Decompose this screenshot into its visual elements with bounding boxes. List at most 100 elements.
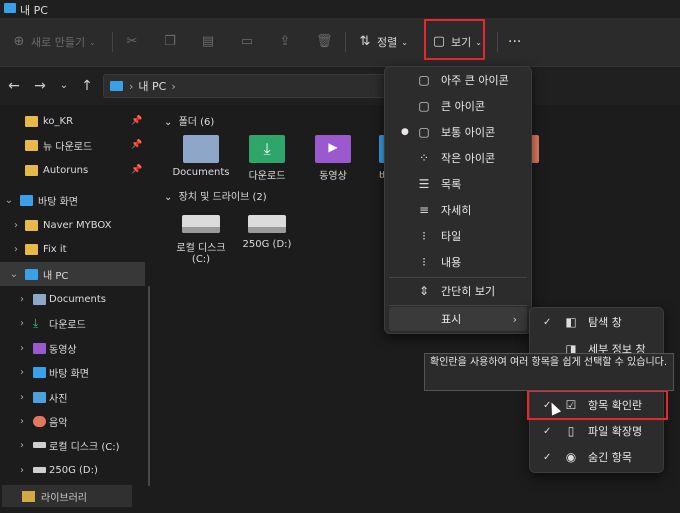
chevron-right-icon[interactable]: ›: [11, 244, 21, 255]
folder-tile-videos[interactable]: ▶ 동영상: [303, 135, 363, 182]
chevron-right-icon[interactable]: ›: [17, 416, 27, 427]
sidebar-item-videos[interactable]: › 동영상: [0, 336, 145, 360]
menu-item-label: 내용: [441, 256, 462, 269]
recent-chevron-icon[interactable]: ⌄: [54, 76, 74, 96]
menu-item-list[interactable]: ☰ 목록: [389, 172, 527, 196]
share-button[interactable]: ⇪: [278, 18, 297, 66]
chevron-down-icon: ⌄: [164, 117, 173, 128]
back-arrow-icon[interactable]: ←: [4, 76, 24, 96]
pc-icon: [25, 268, 38, 280]
sidebar-item-label: Autoruns: [43, 164, 89, 176]
title-bar: 내 PC: [0, 0, 680, 18]
new-label: 새로 만들기: [31, 36, 86, 49]
sidebar-scrollbar[interactable]: [148, 286, 150, 486]
sidebar-item-label: 바탕 화면: [49, 368, 89, 380]
more-button[interactable]: ···: [508, 18, 521, 66]
copy-button[interactable]: ❐: [163, 18, 182, 66]
chevron-right-icon[interactable]: ›: [17, 392, 27, 403]
sidebar-item-naver-mybox[interactable]: › Naver MYBOX: [0, 213, 145, 237]
sidebar-item-autoruns[interactable]: Autoruns 📌: [0, 158, 145, 182]
sidebar-item-fix-it[interactable]: › Fix it: [0, 237, 145, 261]
share-icon: ⇪: [279, 34, 291, 49]
sort-button[interactable]: ⇅ 정렬 ⌄: [358, 18, 408, 66]
pictures-icon: [33, 391, 46, 403]
sidebar-item-downloads[interactable]: › ⤓ 다운로드: [0, 311, 145, 335]
up-arrow-icon[interactable]: ↑: [77, 76, 97, 96]
drive-tile-c[interactable]: 로컬 디스크 (C:): [171, 205, 231, 265]
forward-arrow-icon[interactable]: →: [30, 76, 50, 96]
menu-item-compact-view[interactable]: ⇕ 간단히 보기: [389, 279, 527, 303]
dragged-library-item: 라이브러리: [2, 485, 132, 507]
group-header-label: 폴더 (6): [178, 117, 215, 128]
sidebar-item-new-download[interactable]: 뉴 다운로드 📌: [0, 133, 145, 157]
chevron-right-icon[interactable]: ›: [17, 318, 27, 329]
menu-item-small-icons[interactable]: ⁘ 작은 아이콘: [389, 146, 527, 170]
menu-item-large-icons[interactable]: ▢ 큰 아이콘: [389, 94, 527, 118]
pc-icon: [110, 81, 123, 91]
sidebar-item-music[interactable]: › 음악: [0, 409, 145, 433]
menu-item-label: 간단히 보기: [441, 285, 496, 298]
documents-icon: [33, 293, 46, 305]
navigation-pane-icon: ◧: [565, 315, 577, 329]
chevron-right-icon[interactable]: ›: [17, 343, 27, 354]
sidebar-item-documents[interactable]: › Documents: [0, 287, 145, 311]
downloads-folder-icon: ⤓: [249, 135, 285, 163]
folder-tile-documents[interactable]: Documents: [171, 135, 231, 178]
sidebar-item-desktop-2[interactable]: › 바탕 화면: [0, 360, 145, 384]
menu-divider: [389, 305, 527, 306]
videos-folder-icon: ▶: [315, 135, 351, 163]
sidebar-item-ko-kr[interactable]: ko_KR 📌: [0, 109, 145, 133]
breadcrumb-this-pc[interactable]: 내 PC: [138, 78, 166, 94]
menu-item-label: 작은 아이콘: [441, 152, 496, 165]
path-box[interactable]: › 내 PC ›: [103, 74, 393, 98]
submenu-item-file-extensions[interactable]: ✓ ▯ 파일 확장명: [534, 418, 660, 444]
path-separator: ›: [171, 79, 176, 93]
menu-item-show[interactable]: 표시 ›: [389, 307, 527, 331]
menu-item-medium-icons[interactable]: ● ▢ 보통 아이콘: [389, 120, 527, 144]
chevron-down-icon[interactable]: ⌄: [4, 195, 14, 206]
drag-label: 라이브러리: [41, 492, 87, 504]
eye-icon: ◉: [565, 450, 577, 464]
sidebar-item-local-disk-c[interactable]: › 로컬 디스크 (C:): [0, 433, 145, 457]
chevron-right-icon[interactable]: ›: [17, 294, 27, 305]
details-icon: ≡: [418, 203, 430, 217]
menu-item-details[interactable]: ≡ 자세히: [389, 198, 527, 222]
file-extension-icon: ▯: [567, 424, 575, 438]
sidebar-item-drive-d[interactable]: › 250G (D:): [0, 458, 145, 482]
folder-icon: [22, 490, 35, 502]
sidebar-item-label: 250G (D:): [49, 464, 98, 476]
submenu-item-navigation-pane[interactable]: ✓ ◧ 탐색 창: [534, 309, 660, 335]
paste-button[interactable]: ▤: [201, 18, 220, 66]
new-button[interactable]: ⊕ 새로 만들기 ⌄: [12, 18, 96, 66]
menu-item-content[interactable]: ⁝ 내용: [389, 250, 527, 274]
folder-icon: [25, 115, 38, 127]
tile-label: 로컬 디스크 (C:): [176, 243, 226, 265]
submenu-item-hidden-items[interactable]: ✓ ◉ 숨긴 항목: [534, 444, 660, 470]
rename-icon: ▭: [240, 34, 254, 49]
folder-tile-downloads[interactable]: ⤓ 다운로드: [237, 135, 297, 182]
menu-item-extra-large-icons[interactable]: ▢ 아주 큰 아이콘: [389, 68, 527, 92]
chevron-right-icon[interactable]: ›: [17, 465, 27, 476]
chevron-right-icon[interactable]: ›: [11, 220, 21, 231]
rename-button[interactable]: ▭: [240, 18, 259, 66]
sidebar-item-this-pc[interactable]: ⌄ 내 PC: [0, 262, 145, 286]
sidebar-item-desktop[interactable]: ⌄ 바탕 화면: [0, 188, 145, 212]
chevron-right-icon[interactable]: ›: [17, 367, 27, 378]
menu-item-tiles[interactable]: ⁝ 타일: [389, 224, 527, 248]
drive-tile-d[interactable]: 250G (D:): [237, 205, 297, 250]
sidebar-item-pictures[interactable]: › 사진: [0, 385, 145, 409]
folders-group-header[interactable]: ⌄ 폴더 (6): [164, 113, 214, 128]
drives-group-header[interactable]: ⌄ 장치 및 드라이브 (2): [164, 188, 267, 203]
cut-button[interactable]: ✂: [125, 18, 144, 66]
delete-button[interactable]: 🗑: [316, 18, 335, 66]
monitor-icon: ▢: [418, 125, 430, 139]
desktop-icon: [33, 366, 46, 378]
pin-icon: 📌: [131, 116, 143, 126]
sidebar-item-label: 사진: [49, 393, 68, 405]
chevron-right-icon[interactable]: ›: [17, 440, 27, 451]
navigation-pane: ko_KR 📌 뉴 다운로드 📌 Autoruns 📌 ⌄ 바탕 화면 › Na…: [0, 106, 150, 513]
chevron-down-icon[interactable]: ⌄: [9, 269, 19, 280]
desktop-icon: [20, 194, 33, 206]
trash-icon: 🗑: [316, 34, 333, 49]
tile-label: Documents: [172, 167, 230, 178]
